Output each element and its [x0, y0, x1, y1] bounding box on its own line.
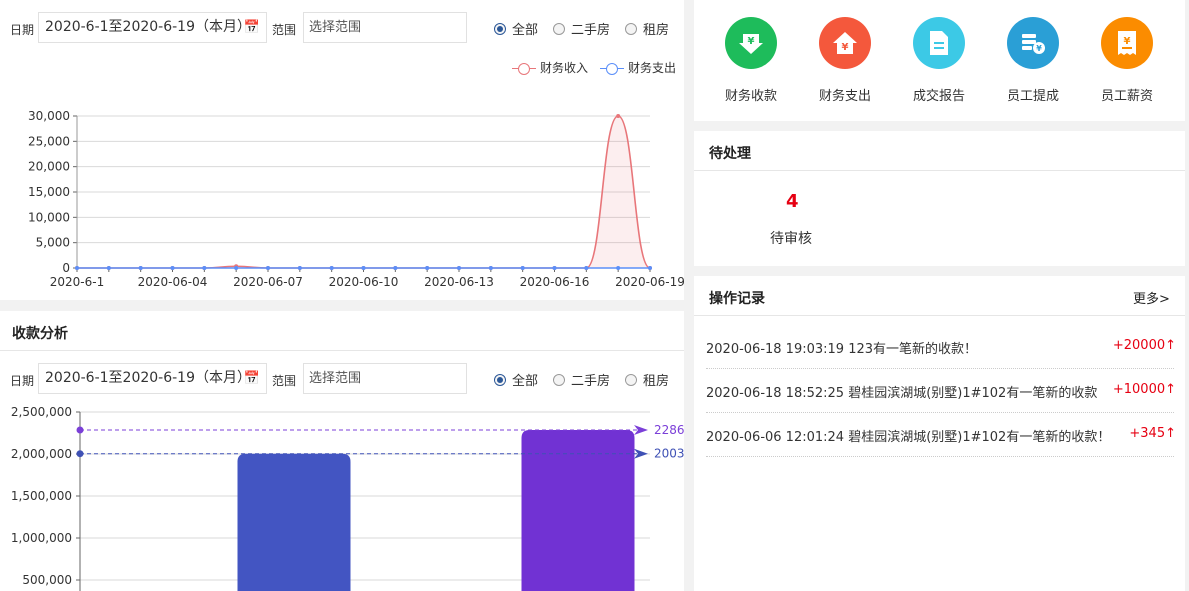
log-row[interactable]: 2020-06-06 12:01:24 碧桂园滨湖城(别墅)1#102有一笔新的… [706, 413, 1176, 457]
log-row[interactable]: 2020-06-18 19:03:19 123有一笔新的收款！ +20000↑ [706, 325, 1176, 369]
pending-panel: 待处理 4 待审核 [694, 131, 1185, 266]
y-tick-label: 1,000,000 [11, 531, 72, 545]
data-point [106, 266, 111, 270]
quick-action-4[interactable]: ¥ 员工提成 [988, 17, 1078, 104]
data-point [552, 266, 557, 270]
collection-bar-chart: 500,000 1,000,000 1,500,000 2,000,000 2,500,… [11, 405, 684, 591]
receipt-icon[interactable]: ¥ [1101, 17, 1153, 69]
data-point [170, 266, 175, 270]
x-tick-label: 2020-06-13 [424, 275, 494, 289]
x-tick-label: 2020-06-19 [615, 275, 684, 289]
data-point [75, 266, 79, 270]
y-tick-label: 0 [62, 261, 70, 275]
house-money-icon[interactable]: ¥ [819, 17, 871, 69]
data-point [584, 266, 589, 270]
right-column: ¥ 财务收款 ¥ 财务支出 成交报告 ¥ 员工提成 ¥ 员工薪资 待处理 4 待审核 操作记录 … [694, 0, 1189, 591]
data-point [266, 266, 270, 270]
left-column: 日期 2020-6-1至2020-6-19（本月） 📅 范围 选择范围 全部 二… [0, 0, 684, 591]
x-tick-label: 2020-06-10 [329, 275, 399, 289]
log-amount: +345↑ [1129, 426, 1176, 441]
data-point [297, 266, 302, 270]
log-amount: +10000↑ [1112, 382, 1176, 397]
data-point [361, 266, 366, 270]
quick-action-label[interactable]: 员工提成 [988, 85, 1078, 104]
log-text: 2020-06-18 19:03:19 123有一笔新的收款！ [706, 342, 978, 357]
pending-review-label[interactable]: 待审核 [770, 228, 812, 248]
y-tick-label: 500,000 [22, 573, 72, 587]
data-point [202, 266, 207, 270]
log-amount: +20000↑ [1112, 338, 1176, 353]
y-tick-label: 5,000 [36, 236, 70, 250]
data-point [616, 266, 621, 270]
quick-action-label[interactable]: 财务收款 [706, 85, 796, 104]
reference-label: 22860 [654, 423, 684, 437]
y-tick-label: 15,000 [28, 185, 70, 199]
pending-title: 待处理 [709, 146, 751, 162]
log-row[interactable]: 2020-06-18 18:52:25 碧桂园滨湖城(别墅)1#102有一笔新的… [706, 369, 1176, 413]
quick-action-1[interactable]: ¥ 财务收款 [706, 17, 796, 104]
y-tick-label: 2,500,000 [11, 405, 72, 419]
pending-count[interactable]: 4 [786, 191, 799, 212]
y-tick-label: 10,000 [28, 210, 70, 224]
data-point [648, 266, 652, 270]
quick-action-label[interactable]: 成交报告 [894, 85, 984, 104]
data-point [393, 266, 398, 270]
y-tick-label: 20,000 [28, 160, 70, 174]
svg-text:¥: ¥ [842, 42, 849, 53]
quick-action-3[interactable]: 成交报告 [894, 17, 984, 104]
quick-actions-panel: ¥ 财务收款 ¥ 财务支出 成交报告 ¥ 员工提成 ¥ 员工薪资 [694, 0, 1185, 121]
y-tick-label: 30,000 [28, 109, 70, 123]
income-chart-panel: 日期 2020-6-1至2020-6-19（本月） 📅 范围 选择范围 全部 二… [0, 0, 684, 300]
x-tick-label: 2020-06-04 [138, 275, 208, 289]
svg-text:¥: ¥ [1124, 36, 1131, 47]
y-tick-label: 25,000 [28, 134, 70, 148]
svg-text:¥: ¥ [748, 36, 755, 47]
data-point [234, 266, 239, 270]
svg-text:¥: ¥ [1036, 44, 1042, 53]
operation-log-title: 操作记录 [709, 291, 765, 307]
x-tick-label: 2020-06-16 [520, 275, 590, 289]
data-point [488, 266, 493, 270]
more-link[interactable]: 更多> [1133, 288, 1170, 307]
money-down-icon[interactable]: ¥ [725, 17, 777, 69]
data-point [329, 266, 334, 270]
data-point [457, 266, 461, 270]
y-tick-label: 1,500,000 [11, 489, 72, 503]
reference-line-start [76, 450, 84, 458]
reference-label: 20035 [654, 447, 684, 461]
log-text: 2020-06-18 18:52:25 碧桂园滨湖城(别墅)1#102有一笔新的… [706, 386, 1098, 401]
data-point [138, 266, 143, 270]
data-point [616, 114, 621, 118]
bar-1 [237, 453, 351, 591]
document-icon[interactable] [913, 17, 965, 69]
x-tick-label: 2020-6-1 [50, 275, 104, 289]
collection-analysis-panel: 收款分析 日期 2020-6-1至2020-6-19（本月） 📅 范围 选择范围… [0, 311, 684, 591]
reference-line-start [76, 426, 84, 434]
data-point [520, 266, 525, 270]
quick-action-2[interactable]: ¥ 财务支出 [800, 17, 890, 104]
data-point [425, 266, 430, 270]
quick-action-label[interactable]: 员工薪资 [1082, 85, 1172, 104]
quick-action-label[interactable]: 财务支出 [800, 85, 890, 104]
quick-action-5[interactable]: ¥ 员工薪资 [1082, 17, 1172, 104]
divider [694, 315, 1185, 316]
coins-icon[interactable]: ¥ [1007, 17, 1059, 69]
divider [694, 170, 1185, 171]
income-line-chart: 0 5,000 10,000 15,000 20,000 25,000 30,000 2020… [28, 109, 684, 289]
log-text: 2020-06-06 12:01:24 碧桂园滨湖城(别墅)1#102有一笔新的… [706, 430, 1111, 445]
x-tick-label: 2020-06-07 [233, 275, 303, 289]
operation-log-panel: 操作记录 更多> 2020-06-18 19:03:19 123有一笔新的收款！… [694, 276, 1185, 591]
y-tick-label: 2,000,000 [11, 447, 72, 461]
